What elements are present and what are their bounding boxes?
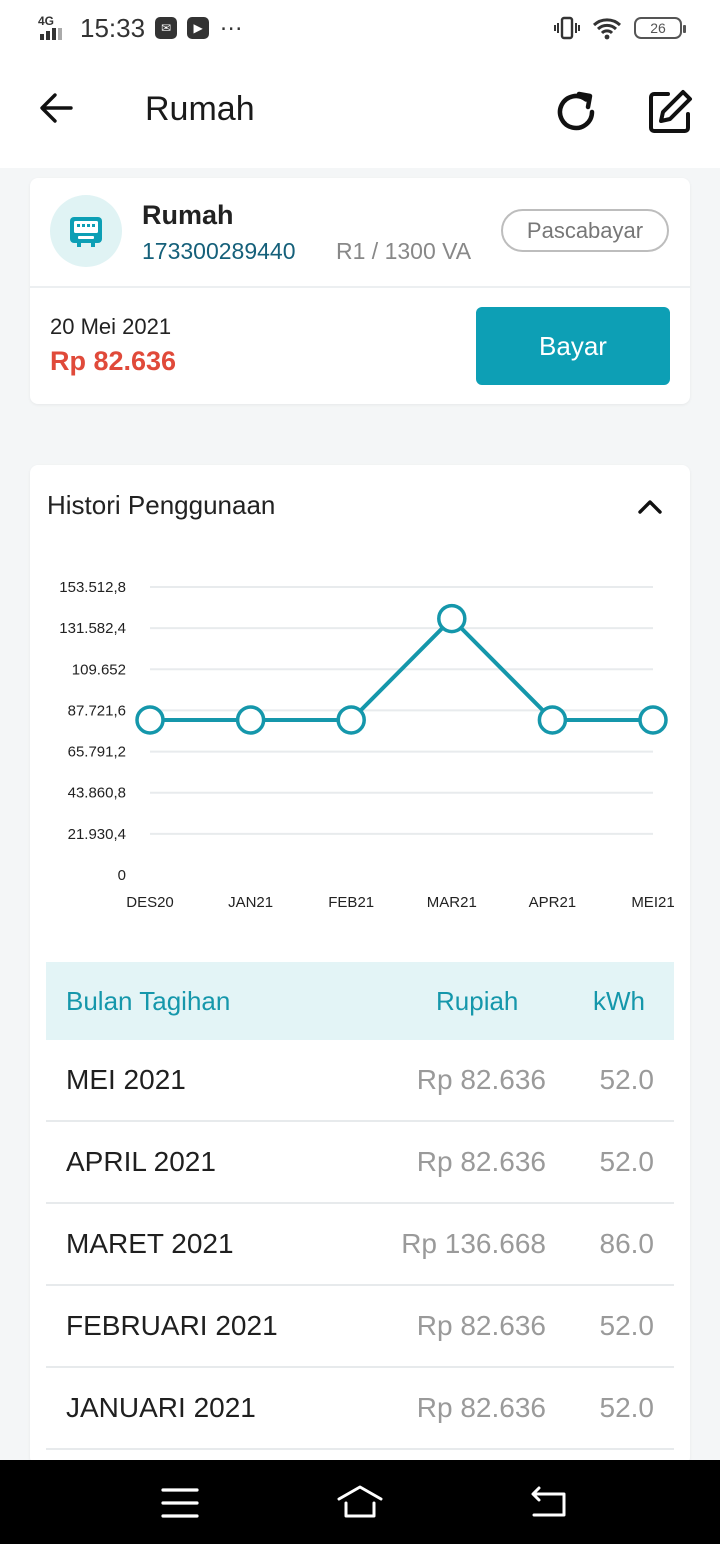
data-point — [336, 705, 366, 735]
back-arrow-icon — [40, 93, 73, 123]
billing-table: Bulan Tagihan Rupiah kWh MEI 2021 Rp 82.… — [46, 962, 674, 1450]
refresh-icon — [557, 91, 595, 131]
system-back-button[interactable] — [524, 1478, 574, 1528]
data-point — [638, 705, 668, 735]
network-signal-icon: 4G — [38, 14, 70, 42]
row-month: MARET 2021 — [66, 1228, 234, 1259]
row-kwh: 86.0 — [599, 1228, 655, 1259]
x-tick-label: DES20 — [126, 894, 174, 911]
table-row[interactable]: FEBRUARI 2021 Rp 82.636 52.0 — [46, 1286, 674, 1368]
row-rupiah: Rp 82.636 — [416, 1064, 546, 1095]
divider — [30, 286, 690, 288]
system-nav-bar — [0, 1460, 720, 1544]
header-rupiah: Rupiah — [436, 985, 519, 1016]
refresh-button[interactable] — [552, 88, 600, 136]
edit-button[interactable] — [646, 88, 694, 136]
meter-tariff: R1 / 1300 VA — [336, 238, 472, 264]
app-bar: Rumah — [0, 56, 720, 168]
electric-meter-icon — [70, 217, 102, 247]
meter-id: 173300289440 — [142, 238, 296, 264]
header-month: Bulan Tagihan — [66, 985, 231, 1016]
row-rupiah: Rp 82.636 — [416, 1146, 546, 1177]
row-kwh: 52.0 — [599, 1392, 655, 1423]
y-tick-label: 153.512,8 — [59, 579, 126, 596]
pay-button[interactable]: Bayar — [476, 307, 670, 385]
return-icon — [531, 1486, 566, 1517]
page-title: Rumah — [145, 90, 255, 128]
status-bar: 4G 15:33 ✉ ▶ … 26 — [0, 0, 720, 56]
y-tick-label: 43.860,8 — [68, 785, 126, 802]
meter-card: Rumah 173300289440 R1 / 1300 VA Pascabay… — [30, 178, 690, 404]
y-tick-label: 109.652 — [72, 661, 126, 678]
status-time: 15:33 — [80, 12, 146, 43]
meter-avatar — [50, 195, 122, 267]
bill-date: 20 Mei 2021 — [50, 314, 172, 339]
data-point — [437, 603, 467, 634]
x-tick-label: MEI21 — [631, 894, 674, 911]
meter-name: Rumah — [142, 200, 234, 230]
row-month: JANUARI 2021 — [66, 1392, 256, 1423]
table-header: Bulan Tagihan Rupiah kWh — [46, 962, 674, 1040]
home-icon — [337, 1485, 383, 1518]
battery-icon: 26 — [634, 17, 686, 39]
menu-icon — [161, 1488, 199, 1518]
table-row[interactable]: MEI 2021 Rp 82.636 52.0 — [46, 1040, 674, 1122]
x-tick-label: APR21 — [529, 894, 577, 911]
y-tick-label: 65.791,2 — [68, 744, 126, 761]
vibrate-icon — [554, 16, 580, 40]
row-kwh: 52.0 — [599, 1310, 655, 1341]
y-tick-label: 0 — [118, 867, 126, 884]
row-rupiah: Rp 82.636 — [416, 1310, 546, 1341]
y-tick-label: 131.582,4 — [59, 620, 126, 637]
more-notifications-icon: … — [219, 9, 245, 36]
history-title: Histori Penggunaan — [47, 490, 276, 520]
youtube-icon: ▶ — [187, 17, 210, 39]
collapse-button[interactable] — [632, 489, 668, 525]
y-tick-label: 21.930,4 — [68, 826, 126, 843]
y-tick-label: 87.721,6 — [68, 702, 126, 719]
row-month: FEBRUARI 2021 — [66, 1310, 278, 1341]
wifi-icon — [592, 18, 622, 40]
data-point — [135, 705, 165, 735]
table-row[interactable]: MARET 2021 Rp 136.668 86.0 — [46, 1204, 674, 1286]
recent-apps-button[interactable] — [155, 1478, 205, 1528]
row-month: APRIL 2021 — [66, 1146, 216, 1177]
row-rupiah: Rp 82.636 — [416, 1392, 546, 1423]
bill-amount: Rp 82.636 — [50, 346, 177, 376]
meter-type-badge: Pascabayar — [501, 209, 669, 252]
row-kwh: 52.0 — [599, 1064, 655, 1095]
row-kwh: 52.0 — [599, 1146, 655, 1177]
x-tick-label: MAR21 — [427, 894, 477, 911]
x-tick-label: JAN21 — [228, 894, 273, 911]
header-kwh: kWh — [593, 985, 645, 1016]
data-point — [537, 705, 568, 735]
edit-icon — [649, 90, 692, 133]
table-row[interactable]: APRIL 2021 Rp 82.636 52.0 — [46, 1122, 674, 1204]
chevron-up-icon — [638, 500, 662, 514]
usage-history-card: Histori Penggunaan 0 21.930,4 43.860,8 65.7… — [30, 465, 690, 1465]
usage-line-chart: 0 21.930,4 43.860,8 65.791,2 87.721,6 109.652… — [59, 579, 674, 911]
notification-mail-icon: ✉ — [155, 17, 178, 39]
row-month: MEI 2021 — [66, 1064, 186, 1095]
x-tick-label: FEB21 — [328, 894, 374, 911]
data-point — [235, 705, 266, 735]
home-button[interactable] — [335, 1478, 385, 1528]
row-rupiah: Rp 136.668 — [401, 1228, 546, 1259]
back-button[interactable] — [34, 86, 78, 130]
table-row[interactable]: JANUARI 2021 Rp 82.636 52.0 — [46, 1368, 674, 1450]
